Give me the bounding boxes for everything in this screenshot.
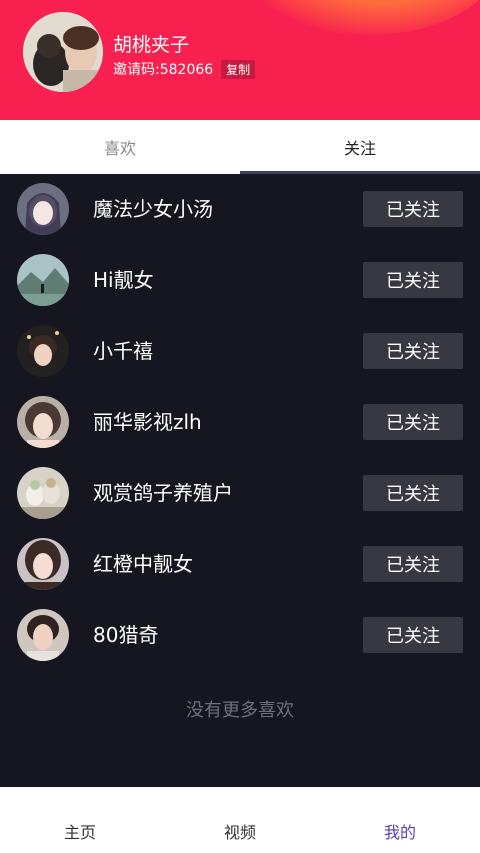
tab-likes[interactable]: 喜欢: [0, 120, 240, 174]
no-more-text: 没有更多喜欢: [186, 700, 294, 721]
tab-bar: 喜欢 关注: [0, 120, 480, 174]
list-item[interactable]: 80猎奇 已关注: [0, 600, 480, 671]
nav-mine[interactable]: 我的: [320, 787, 480, 853]
user-avatar[interactable]: [17, 538, 69, 590]
nav-video[interactable]: 视频: [160, 787, 320, 853]
user-name: 80猎奇: [93, 623, 159, 647]
copy-button[interactable]: 复制: [221, 59, 256, 79]
nav-home[interactable]: 主页: [0, 787, 160, 853]
user-avatar[interactable]: [17, 325, 69, 377]
following-button[interactable]: 已关注: [363, 191, 463, 227]
list-item[interactable]: 小千禧 已关注: [0, 316, 480, 387]
user-name: 红橙中靓女: [93, 552, 193, 576]
user-avatar[interactable]: [17, 254, 69, 306]
list-item[interactable]: 红橙中靓女 已关注: [0, 529, 480, 600]
list-item[interactable]: 观赏鸽子养殖户 已关注: [0, 458, 480, 529]
list-item[interactable]: Hi靓女 已关注: [0, 245, 480, 316]
user-avatar[interactable]: [17, 467, 69, 519]
decorative-orb: [240, 0, 480, 35]
user-name: 丽华影视zlh: [93, 410, 202, 434]
following-button[interactable]: 已关注: [363, 546, 463, 582]
following-button[interactable]: 已关注: [363, 475, 463, 511]
list-item[interactable]: 魔法少女小汤 已关注: [0, 174, 480, 245]
profile-header: 胡桃夹子 邀请码:582066 复制: [0, 0, 480, 120]
following-list: 魔法少女小汤 已关注 Hi靓女 已关注 小千禧 已关注 丽华影视zlh 已关注 …: [0, 174, 480, 671]
user-name: Hi靓女: [93, 268, 154, 292]
user-avatar[interactable]: [17, 609, 69, 661]
following-button[interactable]: 已关注: [363, 333, 463, 369]
following-button[interactable]: 已关注: [363, 404, 463, 440]
bottom-nav: 主页 视频 我的: [0, 787, 480, 853]
invite-code-label: 邀请码:582066: [113, 62, 214, 78]
profile-name: 胡桃夹子: [113, 34, 190, 56]
user-avatar[interactable]: [17, 183, 69, 235]
tab-following[interactable]: 关注: [240, 120, 480, 174]
user-avatar[interactable]: [17, 396, 69, 448]
user-name: 魔法少女小汤: [93, 197, 213, 221]
following-button[interactable]: 已关注: [363, 617, 463, 653]
invite-code-row: 邀请码:582066 复制: [113, 59, 256, 79]
following-button[interactable]: 已关注: [363, 262, 463, 298]
profile-avatar[interactable]: [23, 12, 103, 92]
list-item[interactable]: 丽华影视zlh 已关注: [0, 387, 480, 458]
user-name: 观赏鸽子养殖户: [93, 481, 233, 505]
user-name: 小千禧: [93, 339, 153, 363]
